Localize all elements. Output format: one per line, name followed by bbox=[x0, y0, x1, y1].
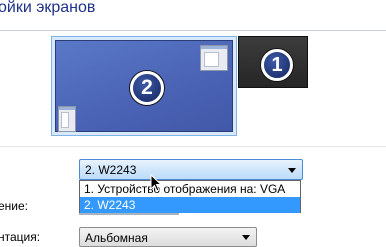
monitor-2-frame[interactable]: 2 bbox=[51, 36, 237, 136]
chevron-down-icon[interactable] bbox=[288, 168, 296, 173]
mini-window-icon bbox=[200, 45, 228, 71]
orientation-select-value: Альбомная bbox=[85, 231, 148, 245]
display-select-value: 2. W2243 bbox=[85, 163, 137, 177]
orientation-label: нтация: bbox=[0, 230, 41, 244]
resolution-label: ение: bbox=[0, 199, 29, 213]
display-select-dropdown-list: 1. Устройство отображения на: VGA 2. W22… bbox=[79, 180, 301, 213]
monitor-2-number-badge: 2 bbox=[130, 71, 164, 105]
section-separator bbox=[0, 146, 386, 147]
orientation-select[interactable]: Альбомная bbox=[79, 227, 257, 247]
chevron-down-icon[interactable] bbox=[242, 235, 250, 240]
monitor-1[interactable]: 1 bbox=[238, 36, 308, 88]
monitor-2[interactable]: 2 bbox=[55, 40, 233, 132]
display-select[interactable]: 2. W2243 bbox=[79, 159, 303, 180]
mini-window-icon bbox=[58, 106, 76, 132]
mouse-pointer-icon bbox=[150, 174, 162, 192]
page-title: ойки экранов bbox=[0, 0, 96, 16]
resolution-control-edge bbox=[79, 213, 179, 215]
display-option-1[interactable]: 1. Устройство отображения на: VGA bbox=[80, 181, 300, 197]
header-separator bbox=[0, 30, 386, 31]
monitor-1-number-badge: 1 bbox=[261, 49, 293, 81]
display-option-2[interactable]: 2. W2243 bbox=[80, 197, 300, 213]
